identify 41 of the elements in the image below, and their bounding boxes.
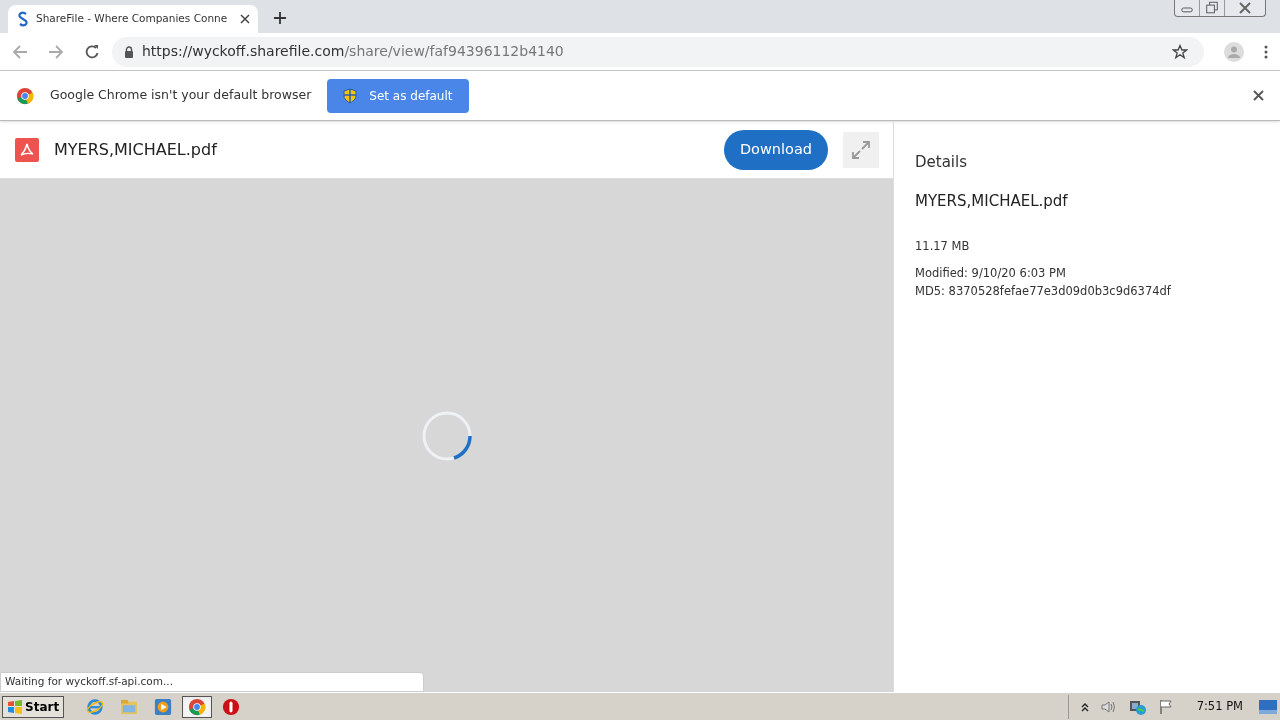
- address-bar[interactable]: https://wyckoff.sharefile.com/share/view/faf94396112b4140: [112, 36, 1204, 67]
- details-heading: Details: [915, 152, 968, 173]
- sharefile-logo-icon: [16, 11, 30, 27]
- status-bubble: Waiting for wyckoff.sf-api.com...: [0, 672, 424, 692]
- more-menu-icon[interactable]: [1264, 44, 1268, 59]
- chrome-icon: [188, 697, 207, 716]
- pdf-file-icon: [15, 137, 39, 162]
- star-icon[interactable]: [1172, 43, 1188, 60]
- play-icon: [154, 697, 173, 716]
- reload-icon[interactable]: [84, 43, 100, 60]
- download-button[interactable]: Download: [723, 129, 828, 170]
- flag-icon[interactable]: [1158, 698, 1173, 715]
- windows-logo-icon: [7, 698, 23, 715]
- close-icon[interactable]: [240, 14, 250, 24]
- taskbar-app-button[interactable]: [182, 695, 213, 718]
- browser-tab[interactable]: ShareFile - Where Companies Conne: [8, 5, 258, 33]
- shield-icon: [343, 87, 358, 104]
- speaker-icon[interactable]: [1100, 699, 1117, 714]
- md5-hash: MD5: 8370528fefae77e3d09d0b3c9d6374df: [915, 282, 1172, 300]
- chrome-logo-icon: [16, 86, 34, 105]
- clock[interactable]: 7:51 PM: [1196, 697, 1243, 716]
- chevron-up-icon[interactable]: [1080, 701, 1089, 712]
- browser-e-icon: [86, 697, 105, 716]
- expand-icon: [851, 139, 871, 160]
- file-name: MYERS,MICHAEL.pdf: [54, 138, 219, 161]
- modified-date: Modified: 9/10/20 6:03 PM: [915, 265, 1067, 283]
- expand-button[interactable]: [843, 131, 879, 168]
- show-desktop-icon[interactable]: [1259, 699, 1277, 714]
- infobar-message: Google Chrome isn't your default browser: [50, 86, 312, 105]
- lock-icon: [124, 45, 134, 58]
- new-tab-icon[interactable]: [274, 12, 286, 24]
- stop-sign-icon: [222, 697, 241, 716]
- network-icon[interactable]: [1128, 698, 1147, 715]
- folder-icon: [120, 698, 139, 715]
- url-text: https://wyckoff.sharefile.com/share/view/faf94396112b4140: [142, 42, 565, 61]
- start-button[interactable]: Start: [2, 695, 65, 718]
- file-size: 11.17 MB: [915, 238, 971, 255]
- close-icon[interactable]: [1253, 90, 1264, 101]
- details-file-name: MYERS,MICHAEL.pdf: [915, 190, 1069, 212]
- set-default-button[interactable]: Set as default: [327, 78, 469, 113]
- tab-title: ShareFile - Where Companies Conne: [36, 11, 229, 27]
